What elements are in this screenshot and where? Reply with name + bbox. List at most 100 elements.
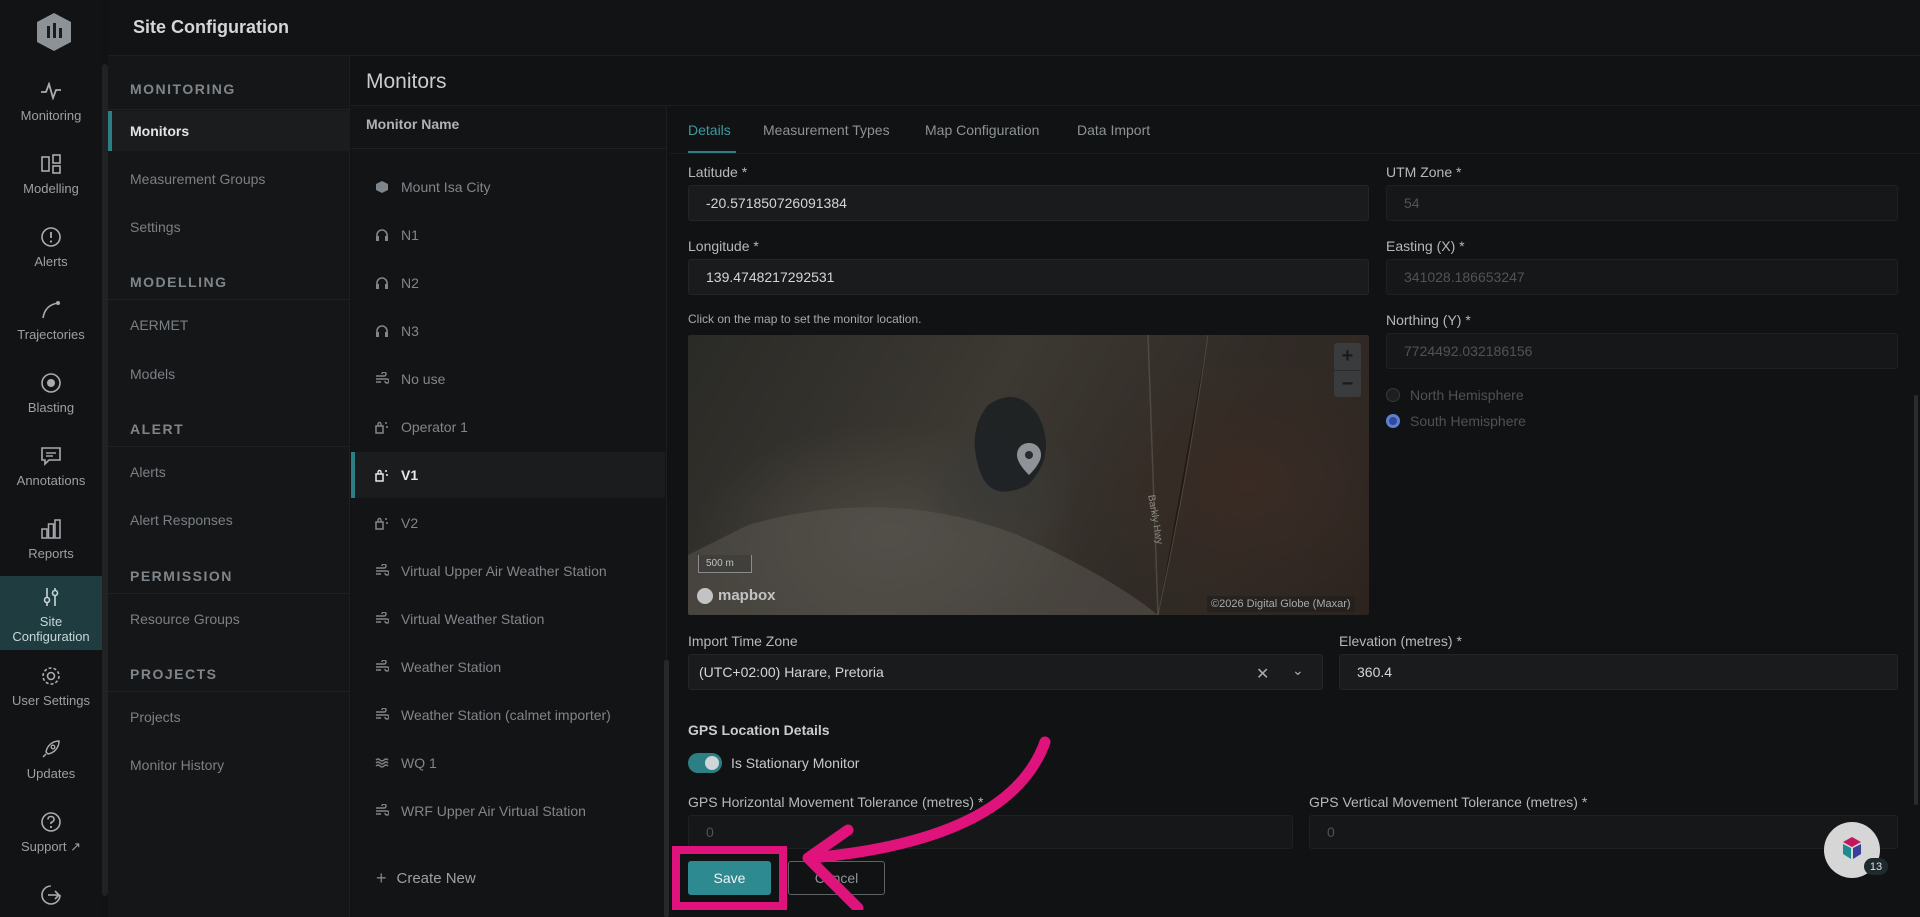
tab-map-configuration[interactable]: Map Configuration: [925, 122, 1039, 138]
sidebar-item-settings[interactable]: Settings: [108, 207, 350, 247]
monitor-item-wq-1[interactable]: WQ 1: [351, 740, 665, 786]
weather-icon: [373, 706, 391, 724]
rail-modelling[interactable]: Modelling: [0, 143, 102, 213]
zoom-out-button[interactable]: −: [1334, 370, 1361, 397]
monitor-item-weather-station-calmet[interactable]: Weather Station (calmet importer): [351, 692, 665, 738]
longitude-label: Longitude *: [688, 238, 759, 254]
rail-label: Site Configuration: [12, 614, 90, 644]
headphones-icon: [373, 226, 391, 244]
clear-icon[interactable]: ✕: [1256, 664, 1269, 684]
column-header-monitor-name[interactable]: Monitor Name: [366, 116, 459, 132]
monitor-item-operator-1[interactable]: Operator 1: [351, 404, 665, 450]
save-highlight-box: [672, 846, 787, 910]
sidebar-item-models[interactable]: Models: [108, 354, 350, 394]
monitor-item-v1[interactable]: V1: [351, 452, 665, 498]
app-logo-icon[interactable]: [35, 12, 73, 52]
monitor-item-virtual-upper-air[interactable]: Virtual Upper Air Weather Station: [351, 548, 665, 594]
tab-data-import[interactable]: Data Import: [1077, 122, 1150, 138]
monitor-item-n2[interactable]: N2: [351, 260, 665, 306]
monitor-item-n1[interactable]: N1: [351, 212, 665, 258]
zoom-in-button[interactable]: +: [1334, 343, 1361, 370]
latitude-field[interactable]: -20.571850726091384: [688, 185, 1369, 221]
mapbox-logo[interactable]: mapbox: [697, 587, 776, 604]
monitor-item-mount-isa-city[interactable]: Mount Isa City: [351, 164, 665, 210]
monitor-item-no-use[interactable]: No use: [351, 356, 665, 402]
monitor-item-wrf-upper-air[interactable]: WRF Upper Air Virtual Station: [351, 788, 665, 834]
monitor-item-weather-station[interactable]: Weather Station: [351, 644, 665, 690]
water-icon: [373, 754, 391, 772]
mapbox-brand: mapbox: [718, 587, 776, 604]
stationary-toggle[interactable]: [688, 753, 722, 773]
list-scrollbar[interactable]: [664, 660, 669, 917]
sidebar-section-alert: ALERT: [130, 421, 185, 437]
easting-field[interactable]: 341028.186653247: [1386, 259, 1898, 295]
monitor-item-virtual-weather-station[interactable]: Virtual Weather Station: [351, 596, 665, 642]
rail-trajectories[interactable]: Trajectories: [0, 289, 102, 359]
chat-logo-icon: [1839, 835, 1865, 866]
sidebar-item-measurement-groups[interactable]: Measurement Groups: [108, 159, 350, 199]
sliders-icon: [38, 584, 64, 610]
rail-user-settings[interactable]: User Settings: [0, 655, 102, 725]
create-new-button[interactable]: + Create New: [376, 868, 476, 889]
timezone-select[interactable]: (UTC+02:00) Harare, Pretoria: [688, 654, 1323, 690]
pane-header: [351, 56, 1920, 106]
sidebar-item-resource-groups[interactable]: Resource Groups: [108, 599, 350, 639]
sidebar-item-projects[interactable]: Projects: [108, 697, 350, 737]
sidebar-item-monitor-history[interactable]: Monitor History: [108, 745, 350, 785]
utm-zone-field[interactable]: 54: [1386, 185, 1898, 221]
rail-reports[interactable]: Reports: [0, 508, 102, 578]
chevron-down-icon[interactable]: ⌄: [1292, 662, 1304, 679]
monitor-name: No use: [401, 371, 446, 387]
sidebar-item-alerts[interactable]: Alerts: [108, 452, 350, 492]
sidebar-item-monitors[interactable]: Monitors: [108, 111, 350, 151]
divider: [108, 299, 350, 300]
logout-icon: [38, 882, 64, 908]
map-pin-icon[interactable]: [1016, 442, 1042, 481]
weather-icon: [373, 562, 391, 580]
external-link-icon: ↗: [70, 839, 82, 854]
rail-monitoring[interactable]: Monitoring: [0, 70, 102, 140]
vibration-icon: [373, 418, 391, 436]
trajectory-icon: [38, 297, 64, 323]
monitor-item-n3[interactable]: N3: [351, 308, 665, 354]
rail-label: Support ↗: [20, 839, 82, 854]
divider: [351, 148, 667, 149]
gps-vertical-field[interactable]: 0: [1309, 815, 1898, 849]
pointer-arrow-icon: [790, 730, 1070, 915]
northing-field[interactable]: 7724492.032186156: [1386, 333, 1898, 369]
headphones-icon: [373, 322, 391, 340]
rail-blasting[interactable]: Blasting: [0, 362, 102, 432]
content-scrollbar[interactable]: [1914, 395, 1918, 805]
monitor-name: Weather Station (calmet importer): [401, 707, 611, 723]
weather-icon: [373, 658, 391, 676]
rail-label: Annotations: [16, 473, 86, 488]
rail-annotations[interactable]: Annotations: [0, 435, 102, 505]
timezone-label: Import Time Zone: [688, 633, 798, 649]
rocket-icon: [38, 736, 64, 762]
monitor-name: N3: [401, 323, 419, 339]
monitor-name: Mount Isa City: [401, 179, 491, 195]
rail-updates[interactable]: Updates: [0, 728, 102, 798]
sidebar-item-alert-responses[interactable]: Alert Responses: [108, 500, 350, 540]
sidebar-section-monitoring: MONITORING: [130, 81, 236, 97]
toggle-knob: [705, 756, 719, 770]
sidebar-item-aermet[interactable]: AERMET: [108, 305, 350, 345]
north-hemisphere-radio[interactable]: North Hemisphere: [1386, 387, 1524, 403]
map-attribution[interactable]: ©2026 Digital Globe (Maxar): [1207, 596, 1355, 612]
monitor-name: WRF Upper Air Virtual Station: [401, 803, 586, 819]
south-hemisphere-radio[interactable]: South Hemisphere: [1386, 413, 1526, 429]
monitor-name: N1: [401, 227, 419, 243]
tab-details[interactable]: Details: [688, 122, 731, 138]
rail-site-configuration[interactable]: Site Configuration: [0, 576, 102, 650]
rail-support[interactable]: Support ↗: [0, 801, 102, 871]
monitor-name: Virtual Weather Station: [401, 611, 545, 627]
monitor-item-v2[interactable]: V2: [351, 500, 665, 546]
monitor-name: V1: [401, 467, 419, 483]
headphones-icon: [373, 274, 391, 292]
rail-alerts[interactable]: Alerts: [0, 216, 102, 286]
tab-measurement-types[interactable]: Measurement Types: [763, 122, 890, 138]
modelling-icon: [38, 151, 64, 177]
elevation-field[interactable]: 360.4: [1339, 654, 1898, 690]
rail-logout[interactable]: [0, 874, 102, 917]
longitude-field[interactable]: 139.4748217292531: [688, 259, 1369, 295]
